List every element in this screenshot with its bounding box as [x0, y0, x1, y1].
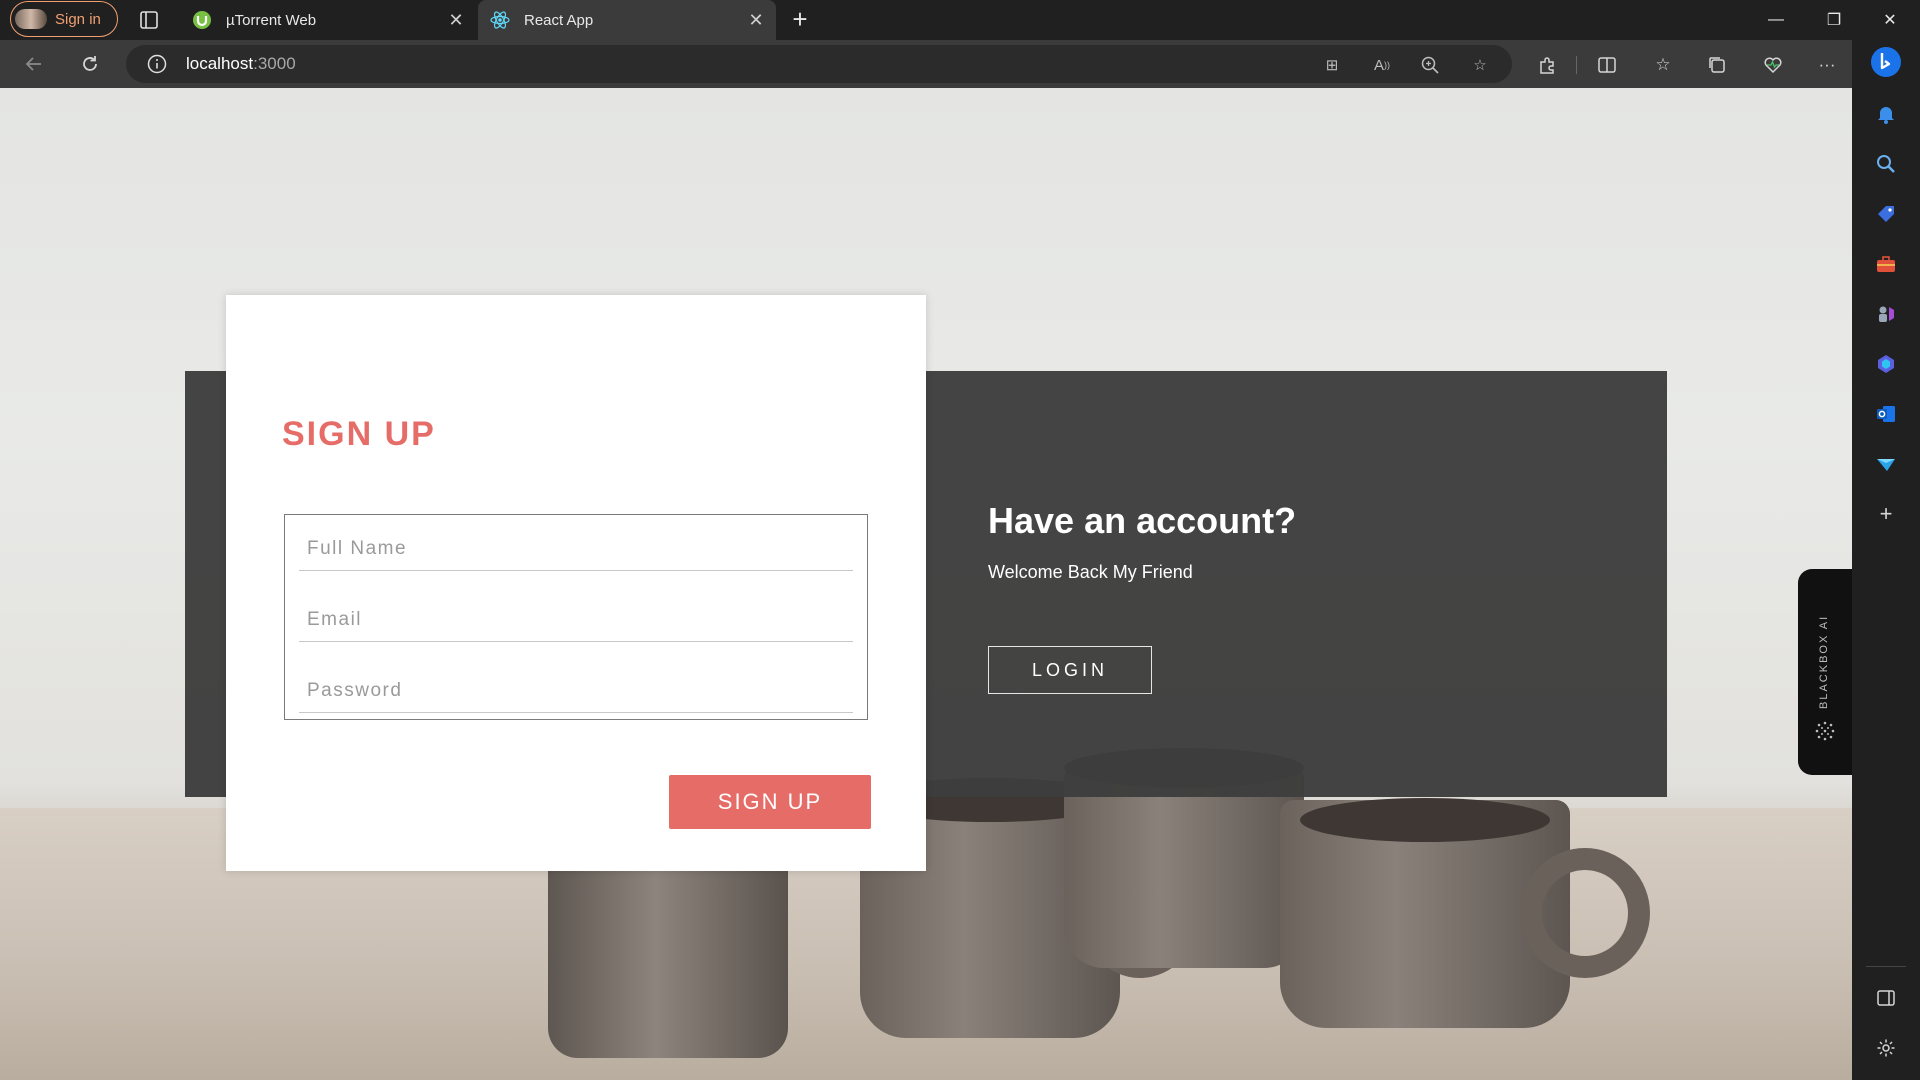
close-tab-icon[interactable]: ✕ — [446, 10, 466, 30]
full-name-input[interactable] — [299, 519, 853, 571]
avatar — [15, 9, 47, 29]
close-window-icon[interactable]: ✕ — [1862, 0, 1918, 40]
close-tab-icon[interactable]: ✕ — [746, 10, 766, 30]
signup-card: SIGN UP SIGN UP — [226, 295, 926, 871]
address-bar-row: localhost:3000 ⊞ A)) ☆ ☆ ··· — [0, 40, 1920, 88]
page-viewport: Have an account? Welcome Back My Friend … — [0, 88, 1852, 1080]
microsoft-365-icon[interactable] — [1872, 350, 1900, 378]
minimize-icon[interactable]: — — [1748, 0, 1804, 40]
back-icon[interactable] — [18, 48, 50, 80]
login-panel-title: Have an account? — [988, 500, 1297, 541]
refresh-icon[interactable] — [74, 48, 106, 80]
login-panel-subtitle: Welcome Back My Friend — [988, 562, 1193, 582]
outlook-icon[interactable] — [1872, 400, 1900, 428]
tab-actions-icon[interactable] — [138, 9, 160, 31]
more-options-icon[interactable]: ··· — [1814, 52, 1840, 78]
tab-title: React App — [524, 11, 594, 29]
tab-utorrent[interactable]: µTorrent Web ✕ — [180, 0, 476, 40]
address-bar[interactable]: localhost:3000 ⊞ A)) ☆ — [126, 45, 1512, 83]
tab-react-app[interactable]: React App ✕ — [478, 0, 776, 40]
app-available-icon[interactable]: ⊞ — [1320, 53, 1344, 77]
tab-title: µTorrent Web — [226, 11, 317, 29]
sidebar-settings-gear-icon[interactable] — [1872, 1034, 1900, 1062]
tools-briefcase-icon[interactable] — [1872, 250, 1900, 278]
profile-button[interactable]: Sign in — [10, 1, 118, 37]
profile-label: Sign in — [55, 10, 101, 28]
drop-icon[interactable] — [1872, 450, 1900, 478]
email-input[interactable] — [299, 590, 853, 642]
favorite-star-icon[interactable]: ☆ — [1468, 53, 1492, 77]
restore-icon[interactable]: ❐ — [1806, 0, 1862, 40]
hide-sidebar-icon[interactable] — [1872, 984, 1900, 1012]
new-tab-icon[interactable]: + — [786, 6, 814, 34]
zoom-icon[interactable] — [1418, 53, 1442, 77]
title-bar: Sign in µTorrent Web ✕ React App ✕ + — ❐… — [0, 0, 1920, 40]
blackbox-logo-icon — [1813, 719, 1837, 748]
notifications-icon[interactable] — [1872, 100, 1900, 128]
edge-sidebar: + — [1852, 40, 1920, 1080]
signup-title: SIGN UP — [282, 415, 436, 453]
password-input[interactable] — [299, 661, 853, 713]
toolbar-divider — [1576, 56, 1577, 74]
blackbox-label: BLACKBOX AI — [1818, 614, 1830, 709]
shopping-tag-icon[interactable] — [1872, 200, 1900, 228]
extensions-icon[interactable] — [1534, 52, 1560, 78]
games-icon[interactable] — [1872, 300, 1900, 328]
bing-copilot-icon[interactable] — [1870, 46, 1902, 78]
read-aloud-icon[interactable]: A)) — [1370, 53, 1394, 77]
signup-form — [284, 514, 868, 720]
url-text: localhost:3000 — [186, 54, 296, 73]
blackbox-ai-tab[interactable]: BLACKBOX AI — [1798, 569, 1852, 775]
search-icon[interactable] — [1872, 150, 1900, 178]
favorites-icon[interactable]: ☆ — [1650, 52, 1676, 78]
react-icon — [490, 10, 510, 30]
performance-icon[interactable] — [1760, 52, 1786, 78]
sidebar-divider — [1866, 966, 1906, 967]
split-screen-icon[interactable] — [1594, 52, 1620, 78]
login-button[interactable]: LOGIN — [988, 646, 1152, 694]
signup-button[interactable]: SIGN UP — [669, 775, 871, 829]
collections-icon[interactable] — [1704, 52, 1730, 78]
utorrent-icon — [192, 10, 212, 30]
add-sidebar-app-icon[interactable]: + — [1872, 500, 1900, 528]
site-info-icon[interactable] — [146, 53, 168, 75]
